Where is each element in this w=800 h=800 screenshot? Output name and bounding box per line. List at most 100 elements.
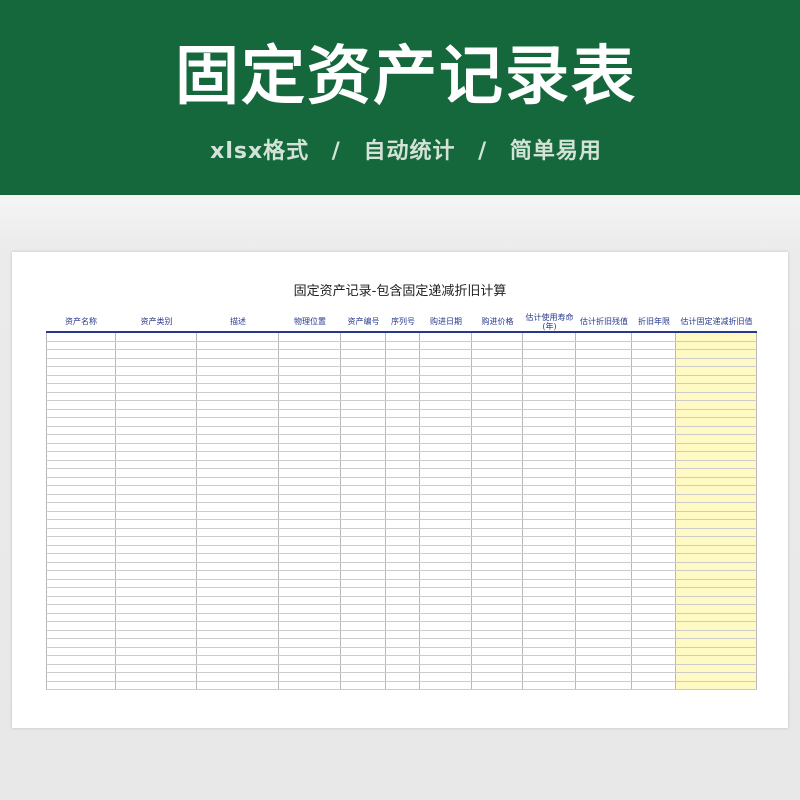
table-cell xyxy=(632,528,676,536)
table-cell xyxy=(116,554,197,562)
table-cell xyxy=(632,571,676,579)
table-row xyxy=(46,384,757,393)
table-cell xyxy=(116,392,197,400)
table-cell xyxy=(420,494,472,502)
table-cell xyxy=(632,384,676,392)
table-cell xyxy=(341,664,386,672)
table-cell xyxy=(472,367,523,375)
table-cell xyxy=(632,375,676,383)
table-cell xyxy=(386,401,420,409)
table-cell xyxy=(472,350,523,358)
table-row xyxy=(46,639,757,648)
table-cell xyxy=(341,452,386,460)
table-cell xyxy=(197,664,279,672)
table-cell xyxy=(341,418,386,426)
table-cell xyxy=(632,630,676,638)
table-cell xyxy=(386,392,420,400)
table-cell xyxy=(386,647,420,655)
table-cell xyxy=(676,358,757,366)
table-cell xyxy=(576,596,632,604)
table-cell xyxy=(632,426,676,434)
table-cell xyxy=(632,401,676,409)
table-cell xyxy=(279,605,341,613)
table-cell xyxy=(472,358,523,366)
table-cell xyxy=(523,358,576,366)
table-cell xyxy=(420,435,472,443)
table-cell xyxy=(116,443,197,451)
table-cell xyxy=(279,562,341,570)
table-cell xyxy=(676,384,757,392)
table-cell xyxy=(676,545,757,553)
column-header-purchase-price: 购进价格 xyxy=(481,317,514,326)
table-cell xyxy=(279,469,341,477)
table-row xyxy=(46,392,757,401)
table-row xyxy=(46,647,757,656)
table-row xyxy=(46,579,757,588)
table-cell xyxy=(420,452,472,460)
table-cell xyxy=(116,613,197,621)
table-cell xyxy=(420,554,472,562)
table-cell xyxy=(676,673,757,681)
table-cell xyxy=(279,426,341,434)
table-cell xyxy=(420,358,472,366)
table-cell xyxy=(523,520,576,528)
table-row xyxy=(46,511,757,520)
table-cell xyxy=(116,622,197,630)
table-cell xyxy=(420,443,472,451)
table-cell xyxy=(116,562,197,570)
table-cell xyxy=(386,579,420,587)
table-cell xyxy=(676,375,757,383)
table-cell xyxy=(46,486,116,494)
table-row xyxy=(46,358,757,367)
table-cell xyxy=(632,443,676,451)
table-cell xyxy=(523,503,576,511)
table-cell xyxy=(676,367,757,375)
table-cell xyxy=(472,588,523,596)
table-cell xyxy=(197,681,279,689)
table-cell xyxy=(523,528,576,536)
table-cell xyxy=(46,554,116,562)
table-cell xyxy=(576,520,632,528)
table-cell xyxy=(576,656,632,664)
table-cell xyxy=(420,511,472,519)
table-cell xyxy=(576,639,632,647)
table-cell xyxy=(279,443,341,451)
table-cell xyxy=(386,537,420,545)
table-cell xyxy=(386,673,420,681)
table-cell xyxy=(197,630,279,638)
table-cell xyxy=(341,520,386,528)
table-cell xyxy=(576,392,632,400)
table-cell xyxy=(197,622,279,630)
table-cell xyxy=(632,562,676,570)
table-cell xyxy=(472,511,523,519)
table-cell xyxy=(676,579,757,587)
table-cell xyxy=(116,341,197,349)
table-cell xyxy=(576,333,632,341)
table-cell xyxy=(523,477,576,485)
table-cell xyxy=(632,554,676,562)
table-cell xyxy=(341,401,386,409)
table-cell xyxy=(676,486,757,494)
table-cell xyxy=(116,673,197,681)
table-cell xyxy=(279,579,341,587)
table-cell xyxy=(472,579,523,587)
table-cell xyxy=(472,537,523,545)
table-cell xyxy=(472,630,523,638)
table-row xyxy=(46,664,757,673)
table-cell xyxy=(676,435,757,443)
table-row xyxy=(46,409,757,418)
table-cell xyxy=(576,545,632,553)
table-cell xyxy=(576,367,632,375)
table-cell xyxy=(632,392,676,400)
table-cell xyxy=(197,435,279,443)
table-cell xyxy=(676,350,757,358)
table-cell xyxy=(386,443,420,451)
table-cell xyxy=(523,341,576,349)
table-cell xyxy=(341,571,386,579)
table-cell xyxy=(197,579,279,587)
table-row xyxy=(46,333,757,342)
table-cell xyxy=(676,460,757,468)
table-cell xyxy=(197,375,279,383)
table-cell xyxy=(386,418,420,426)
table-cell xyxy=(472,554,523,562)
